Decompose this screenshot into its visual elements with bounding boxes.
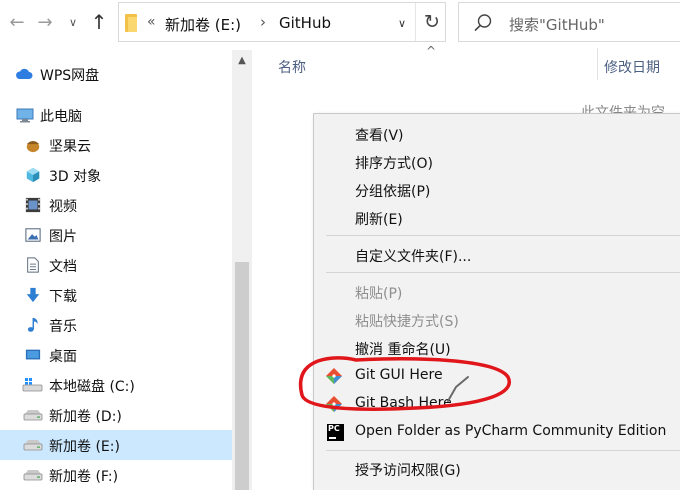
- pycharm-icon: PC: [327, 424, 344, 441]
- context-menu: 查看(V) 排序方式(O) 分组依据(P) 刷新(E) 自定义文件夹(F)...…: [313, 113, 680, 490]
- refresh-button[interactable]: ↻: [419, 8, 445, 36]
- menu-item-label: 查看(V): [355, 128, 404, 144]
- sidebar-item-label: 新加卷 (F:): [49, 469, 119, 485]
- refresh-icon: ↻: [424, 11, 440, 33]
- desktop-icon: [25, 349, 41, 360]
- menu-item-give-access[interactable]: 授予访问权限(G): [314, 455, 680, 483]
- sidebar-item-label: 坚果云: [49, 139, 91, 155]
- sidebar-item-3d-objects[interactable]: 3D 对象: [0, 160, 232, 190]
- arrow-left-icon: ←: [9, 11, 25, 33]
- document-icon: [27, 257, 39, 273]
- column-header-date-modified[interactable]: 修改日期: [604, 57, 660, 77]
- menu-item-paste: 粘贴(P): [314, 278, 680, 306]
- arrow-up-icon: ↑: [90, 10, 108, 34]
- up-button[interactable]: ↑: [88, 10, 110, 34]
- back-button[interactable]: ←: [6, 10, 28, 34]
- sidebar-item-label: 下载: [49, 289, 77, 305]
- column-header-name[interactable]: 名称: [278, 57, 306, 77]
- chevron-down-icon: ∨: [68, 15, 78, 29]
- breadcrumb-drive[interactable]: 新加卷 (E:): [165, 14, 241, 35]
- picture-icon: [25, 228, 41, 242]
- sidebar-item-music[interactable]: 音乐: [0, 310, 232, 340]
- menu-item-paste-shortcut: 粘贴快捷方式(S): [314, 306, 680, 334]
- menu-separator: [326, 450, 680, 451]
- sidebar-item-drive-d[interactable]: 新加卷 (D:): [0, 400, 232, 430]
- sidebar-item-documents[interactable]: 文档: [0, 250, 232, 280]
- menu-item-label: 粘贴(P): [355, 286, 403, 302]
- sidebar-item-videos[interactable]: 视频: [0, 190, 232, 220]
- sidebar-item-this-pc[interactable]: 此电脑: [0, 100, 232, 130]
- search-input[interactable]: 搜索"GitHub": [509, 14, 605, 35]
- cloud-icon: [16, 68, 33, 79]
- forward-button[interactable]: →: [34, 10, 56, 34]
- menu-item-label: Open Folder as PyCharm Community Edition: [355, 423, 667, 439]
- sidebar-item-label: 此电脑: [40, 109, 82, 125]
- folder-icon: [125, 14, 137, 32]
- nut-icon: [26, 141, 40, 153]
- cube-icon: [26, 167, 40, 183]
- address-dropdown-icon[interactable]: ∨: [398, 17, 406, 30]
- sidebar-item-downloads[interactable]: 下载: [0, 280, 232, 310]
- sidebar-item-wps[interactable]: WPS网盘: [0, 59, 232, 89]
- menu-item-view[interactable]: 查看(V): [314, 120, 680, 148]
- sidebar-item-jianguoyun[interactable]: 坚果云: [0, 130, 232, 160]
- menu-item-label: 授予访问权限(G): [355, 463, 461, 479]
- sidebar-item-label: 文档: [49, 259, 77, 275]
- annotation-circle: [298, 356, 511, 411]
- breadcrumb-overflow[interactable]: «: [147, 14, 156, 30]
- breadcrumb-current[interactable]: GitHub: [279, 14, 331, 32]
- computer-icon: [16, 108, 34, 123]
- menu-item-open-pycharm[interactable]: PC Open Folder as PyCharm Community Edit…: [314, 418, 680, 446]
- sidebar-item-pictures[interactable]: 图片: [0, 220, 232, 250]
- windows-drive-icon: [22, 378, 43, 392]
- drive-icon: [23, 440, 43, 451]
- sidebar-item-label: 桌面: [49, 349, 77, 365]
- scrollbar-thumb[interactable]: [235, 262, 249, 490]
- sidebar-item-label: 本地磁盘 (C:): [49, 379, 135, 395]
- navigation-pane: WPS网盘 此电脑 坚果云 3D 对象 视频 图片 文档 下载 音乐 桌面 本地…: [0, 50, 252, 490]
- menu-item-customize-folder[interactable]: 自定义文件夹(F)...: [314, 241, 680, 269]
- recent-locations-button[interactable]: ∨: [62, 10, 84, 34]
- menu-item-group-by[interactable]: 分组依据(P): [314, 176, 680, 204]
- sidebar-item-drive-f[interactable]: 新加卷 (F:): [0, 460, 232, 490]
- menu-item-refresh[interactable]: 刷新(E): [314, 204, 680, 232]
- download-icon: [26, 287, 40, 303]
- breadcrumb-separator[interactable]: ›: [260, 13, 266, 31]
- drive-icon: [23, 470, 43, 481]
- menu-item-label: 粘贴快捷方式(S): [355, 314, 459, 330]
- menu-separator: [326, 272, 680, 273]
- sidebar-item-label: 音乐: [49, 319, 77, 335]
- menu-item-label: 分组依据(P): [355, 184, 431, 200]
- column-divider[interactable]: [597, 48, 598, 80]
- sidebar-item-desktop[interactable]: 桌面: [0, 340, 232, 370]
- sidebar-item-label: 新加卷 (E:): [49, 439, 120, 455]
- sidebar-item-drive-e[interactable]: 新加卷 (E:): [0, 430, 232, 460]
- arrow-right-icon: →: [37, 11, 53, 33]
- address-bar[interactable]: « 新加卷 (E:) › GitHub ∨ ↻: [118, 2, 446, 42]
- menu-item-label: 刷新(E): [355, 212, 403, 228]
- menu-item-label: 自定义文件夹(F)...: [355, 249, 472, 265]
- menu-separator: [326, 235, 680, 236]
- music-icon: [27, 317, 38, 332]
- menu-item-sort-by[interactable]: 排序方式(O): [314, 148, 680, 176]
- scroll-up-button[interactable]: ▲: [232, 52, 252, 68]
- sidebar-scrollbar[interactable]: ▲: [232, 50, 252, 490]
- search-box[interactable]: 搜索"GitHub": [458, 2, 680, 42]
- menu-item-label: 排序方式(O): [355, 156, 433, 172]
- sidebar-item-label: 3D 对象: [49, 169, 102, 185]
- sidebar-item-label: 新加卷 (D:): [49, 409, 122, 425]
- sidebar-item-label: 图片: [49, 229, 77, 245]
- search-icon: [474, 14, 492, 32]
- sort-ascending-icon: ^: [426, 44, 437, 58]
- sidebar-item-drive-c[interactable]: 本地磁盘 (C:): [0, 370, 232, 400]
- sidebar-item-label: 视频: [49, 199, 77, 215]
- film-icon: [25, 197, 41, 213]
- drive-icon: [23, 410, 43, 421]
- divider: [415, 3, 416, 41]
- sidebar-item-label: WPS网盘: [40, 68, 100, 84]
